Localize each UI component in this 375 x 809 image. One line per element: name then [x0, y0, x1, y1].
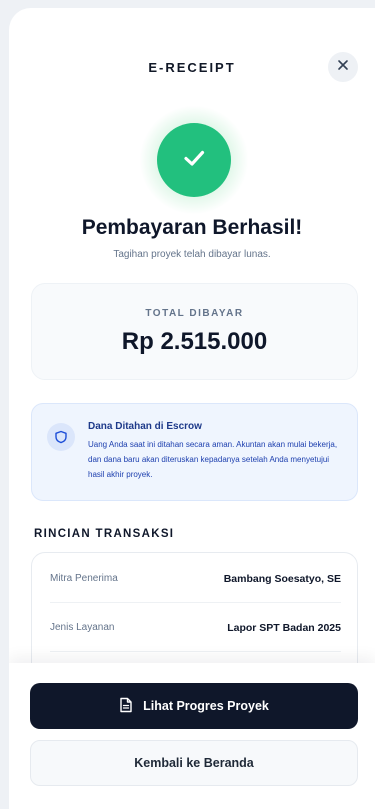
page-title: E-RECEIPT: [148, 60, 236, 75]
detail-label: Mitra Penerima: [50, 573, 118, 584]
close-icon: [337, 58, 349, 76]
status-title: Pembayaran Berhasil!: [81, 216, 303, 239]
back-home-label: Kembali ke Beranda: [134, 756, 254, 770]
total-card: TOTAL DIBAYAR Rp 2.515.000: [31, 283, 358, 380]
status-subtitle: Tagihan proyek telah dibayar lunas.: [113, 249, 271, 260]
detail-value: Lapor SPT Badan 2025: [227, 621, 341, 634]
success-badge: [139, 105, 249, 215]
success-circle: [157, 123, 231, 197]
view-progress-label: Lihat Progres Proyek: [143, 699, 269, 713]
view-progress-button[interactable]: Lihat Progres Proyek: [30, 683, 358, 729]
escrow-title: Dana Ditahan di Escrow: [88, 421, 202, 432]
escrow-description: Uang Anda saat ini ditahan secara aman. …: [88, 440, 338, 479]
close-button[interactable]: [328, 52, 358, 82]
receipt-sheet: E-RECEIPT Pembayaran Berhasil! Tagihan p…: [9, 8, 375, 809]
total-label: TOTAL DIBAYAR: [145, 308, 244, 319]
check-icon: [179, 143, 209, 178]
detail-row: Mitra Penerima Bambang Soesatyo, SE: [50, 555, 341, 603]
total-amount: Rp 2.515.000: [121, 328, 268, 355]
detail-value: Bambang Soesatyo, SE: [223, 572, 341, 585]
escrow-notice: Dana Ditahan di Escrow Uang Anda saat in…: [31, 403, 358, 501]
back-home-button[interactable]: Kembali ke Beranda: [30, 740, 358, 786]
section-title: RINCIAN TRANSAKSI: [34, 528, 175, 540]
action-footer: Lihat Progres Proyek Kembali ke Beranda: [9, 663, 375, 809]
shield-icon: [47, 423, 75, 451]
detail-label: Jenis Layanan: [50, 622, 115, 633]
detail-row: Jenis Layanan Lapor SPT Badan 2025: [50, 604, 341, 652]
document-icon: [119, 697, 133, 716]
